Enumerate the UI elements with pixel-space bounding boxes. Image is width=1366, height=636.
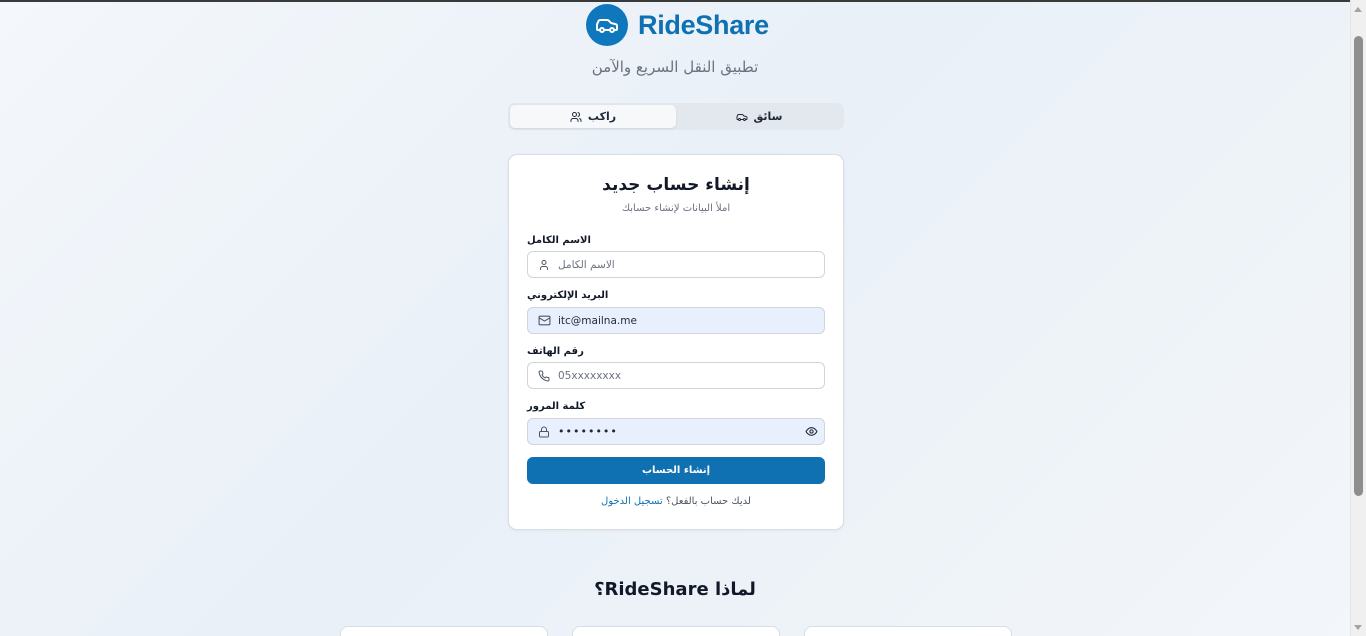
signup-card: إنشاء حساب جديد املأ البيانات لإنشاء حسا… — [508, 154, 844, 530]
feature-card — [572, 626, 780, 636]
lock-icon — [530, 426, 558, 438]
create-account-button[interactable]: إنشاء الحساب — [527, 457, 825, 484]
vertical-scrollbar[interactable] — [1350, 0, 1366, 636]
car-icon — [586, 4, 628, 46]
eye-icon[interactable] — [798, 425, 824, 438]
phone-icon — [530, 370, 558, 382]
password-label: كلمة المرور — [527, 401, 586, 412]
why-prefix: لماذا — [714, 579, 756, 600]
phone-label: رقم الهاتف — [527, 346, 584, 357]
why-brand: RideShare — [604, 579, 709, 600]
password-field[interactable]: •••••••• — [527, 418, 825, 445]
why-suffix: ؟ — [594, 579, 605, 600]
tagline: تطبيق النقل السريع والآمن — [591, 58, 759, 76]
scrollbar-thumb[interactable] — [1354, 36, 1363, 496]
tab-driver[interactable]: سائق — [676, 105, 842, 128]
car-icon — [736, 113, 747, 121]
form-subtitle: املأ البيانات لإنشاء حسابك — [621, 203, 731, 214]
full-name-field[interactable]: الاسم الكامل — [527, 251, 825, 278]
have-account-text: لديك حساب بالفعل؟ — [665, 496, 751, 507]
why-section-heading: لماذا RideShare؟ — [0, 579, 1350, 600]
form-title: إنشاء حساب جديد — [602, 175, 750, 195]
phone-field[interactable]: 05xxxxxxxx — [527, 362, 825, 389]
scroll-up-arrow-icon[interactable] — [1354, 7, 1362, 12]
login-prompt: لديك حساب بالفعل؟ تسجيل الدخول — [509, 496, 843, 507]
brand-name: RideShare — [638, 9, 769, 40]
email-label: البريد الإلكتروني — [527, 290, 609, 301]
email-value: itc@mailna.me — [558, 314, 637, 327]
user-icon — [530, 259, 558, 271]
role-toggle: راكب سائق — [508, 103, 844, 130]
scroll-down-arrow-icon[interactable] — [1354, 625, 1362, 630]
email-field[interactable]: itc@mailna.me — [527, 307, 825, 334]
tab-driver-label: سائق — [753, 110, 783, 123]
users-icon — [570, 111, 582, 122]
signup-page: RideShare تطبيق النقل السريع والآمن راكب… — [0, 0, 1350, 636]
tab-rider-label: راكب — [587, 110, 617, 123]
tab-rider[interactable]: راكب — [510, 105, 676, 128]
mail-icon — [530, 314, 558, 327]
full-name-label: الاسم الكامل — [527, 235, 591, 246]
full-name-placeholder: الاسم الكامل — [558, 258, 615, 271]
app-logo: RideShare — [586, 3, 769, 47]
feature-card — [340, 626, 548, 636]
password-value: •••••••• — [558, 425, 618, 438]
feature-card — [804, 626, 1012, 636]
login-link[interactable]: تسجيل الدخول — [601, 496, 663, 507]
phone-placeholder: 05xxxxxxxx — [558, 369, 622, 382]
